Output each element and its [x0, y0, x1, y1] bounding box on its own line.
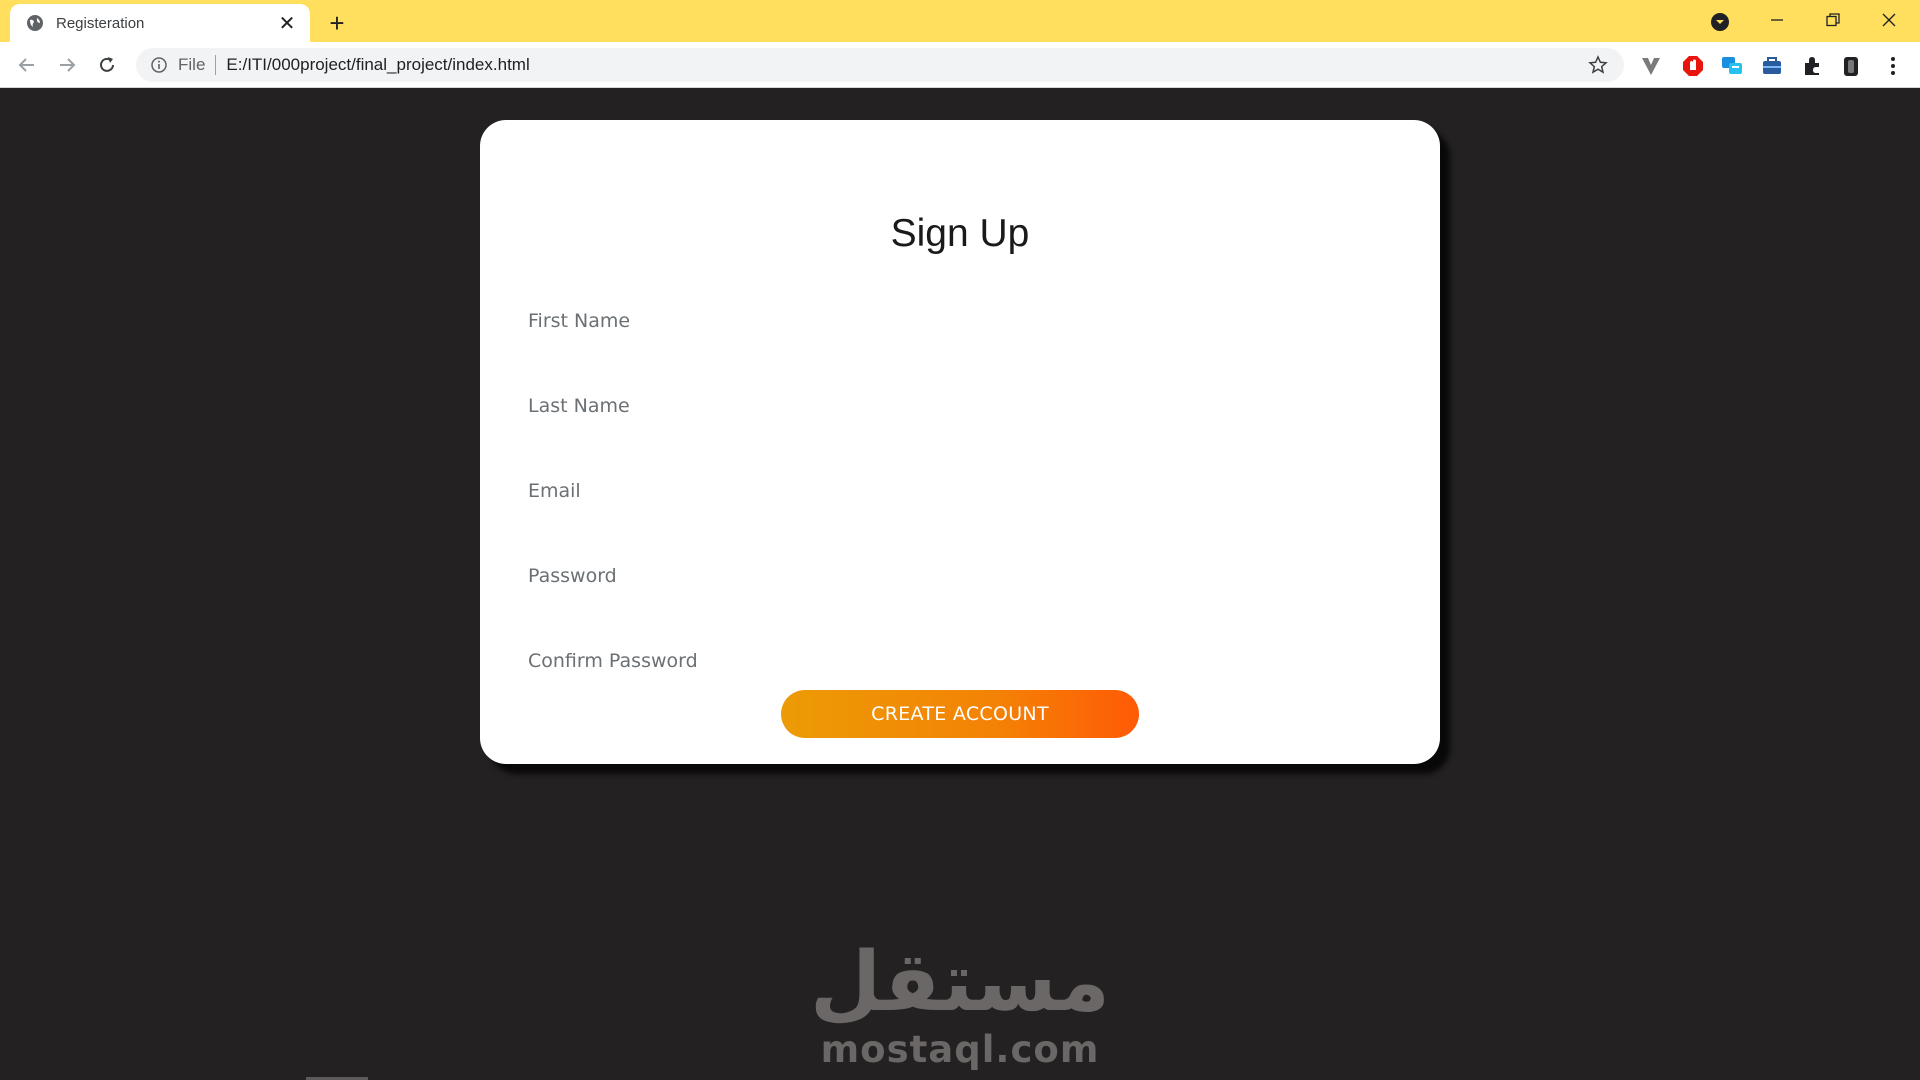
signup-card: Sign Up CREATE ACCOUNT: [480, 120, 1440, 764]
password-field[interactable]: [526, 556, 1394, 596]
address-bar[interactable]: File E:/ITI/000project/final_project/ind…: [136, 48, 1624, 82]
page-viewport: Sign Up CREATE ACCOUNT مستقل mostaql.com: [0, 88, 1920, 1080]
minimize-icon[interactable]: [1754, 4, 1800, 36]
puzzle-extensions-icon[interactable]: [1799, 53, 1825, 79]
scheme-label: File: [178, 55, 206, 74]
tab-strip: Registeration ✕ +: [0, 0, 1920, 42]
address-separator: [215, 55, 217, 75]
browser-chrome: Registeration ✕ + File E:/ITI/000project…: [0, 0, 1920, 88]
new-tab-button[interactable]: +: [322, 8, 352, 38]
email-field[interactable]: [526, 471, 1394, 511]
tab-title: Registeration: [56, 14, 145, 32]
watermark-latin-text: mostaql.com: [820, 1028, 1100, 1071]
confirm-password-field[interactable]: [526, 641, 1394, 681]
restore-icon[interactable]: [1810, 4, 1856, 36]
back-arrow-icon[interactable]: [12, 50, 42, 80]
forward-arrow-icon[interactable]: [52, 50, 82, 80]
translate-extension-icon[interactable]: [1719, 53, 1745, 79]
mostaql-watermark: مستقل mostaql.com: [810, 938, 1110, 1072]
last-name-field[interactable]: [526, 386, 1394, 426]
tab-search-icon[interactable]: [1708, 10, 1732, 34]
globe-icon: [26, 14, 44, 32]
watermark-arabic-text: مستقل: [810, 935, 1110, 1030]
close-tab-icon[interactable]: ✕: [276, 12, 298, 35]
toolbox-extension-icon[interactable]: [1759, 53, 1785, 79]
close-window-icon[interactable]: [1866, 4, 1912, 36]
info-icon[interactable]: [150, 56, 168, 74]
bookmark-star-icon[interactable]: [1586, 53, 1610, 77]
vpn-extension-icon[interactable]: [1638, 53, 1664, 79]
profile-extension-icon[interactable]: [1838, 53, 1864, 79]
adblock-extension-icon[interactable]: [1680, 53, 1706, 79]
kebab-menu-icon[interactable]: [1880, 53, 1906, 79]
url-text[interactable]: E:/ITI/000project/final_project/index.ht…: [226, 55, 1586, 75]
browser-toolbar: File E:/ITI/000project/final_project/ind…: [0, 42, 1920, 88]
first-name-field[interactable]: [526, 301, 1394, 341]
reload-icon[interactable]: [92, 50, 122, 80]
create-account-button[interactable]: CREATE ACCOUNT: [781, 690, 1139, 738]
browser-tab-active[interactable]: Registeration ✕: [10, 4, 310, 42]
page-title: Sign Up: [890, 212, 1030, 255]
